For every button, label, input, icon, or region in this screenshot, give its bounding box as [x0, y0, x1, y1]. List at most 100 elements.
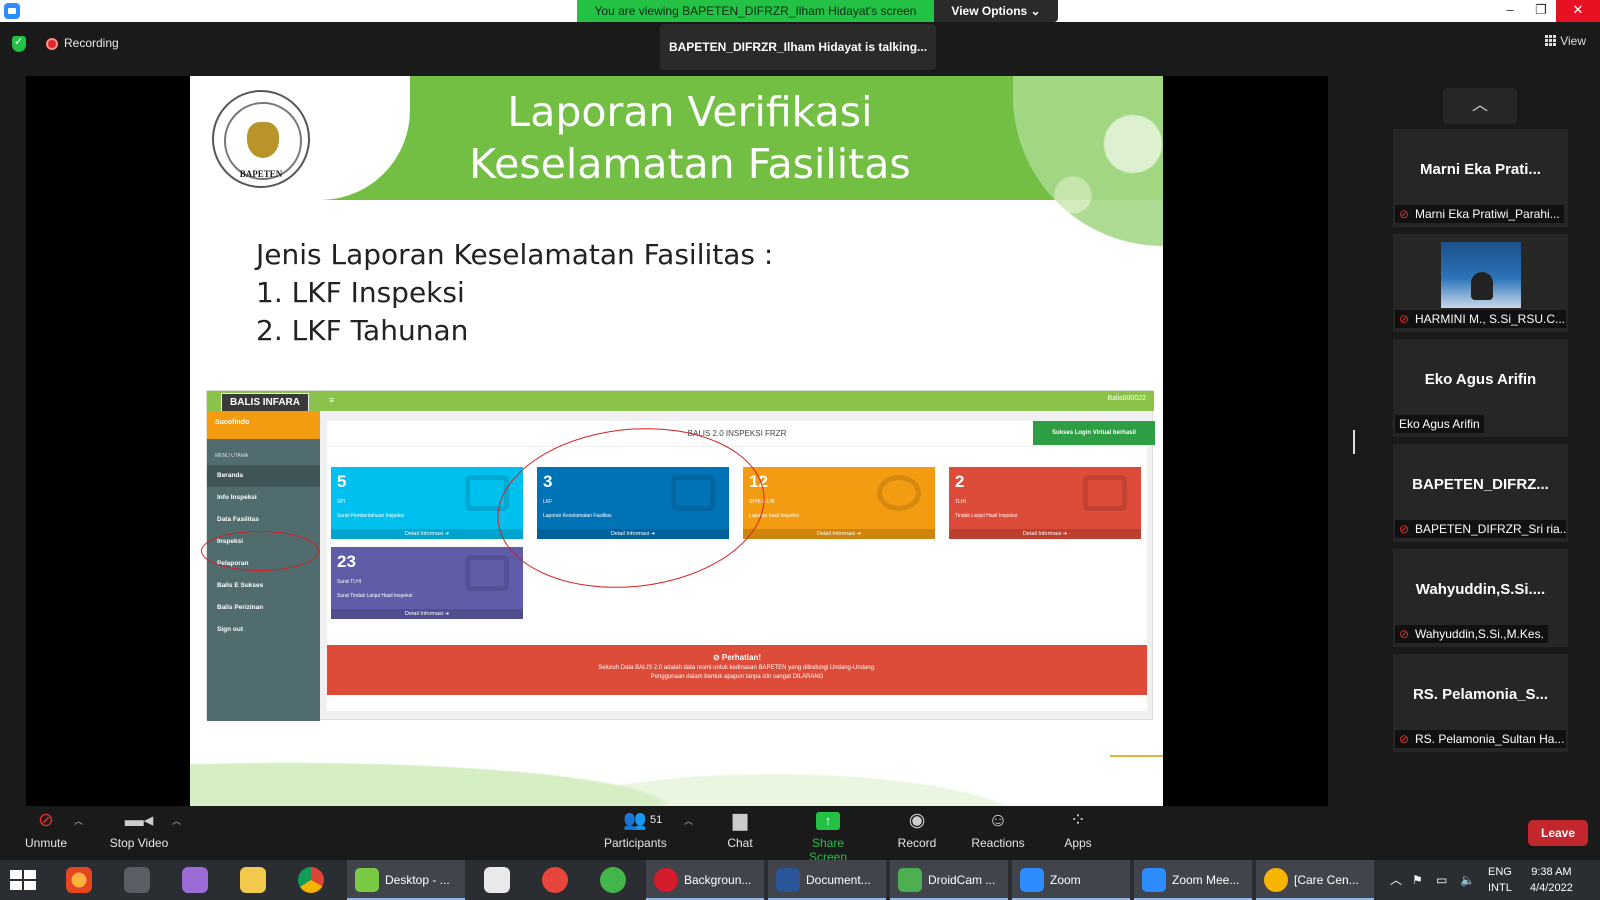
stat-card: 23 Surat TLHI Surat Tindak Lanjut Hasil …: [331, 547, 523, 619]
lang-line: INTL: [1488, 882, 1512, 894]
participant-label: ⊘ BAPETEN_DIFRZR_Sri ria...: [1395, 520, 1566, 538]
task-label: Document...: [806, 873, 871, 887]
logo-text: BAPETEN: [239, 169, 283, 179]
participant-tile[interactable]: Wahyuddin,S.Si.... ⊘ Wahyuddin,S.Si.,M.Ke…: [1393, 549, 1568, 647]
chat-button[interactable]: ▆ Chat: [725, 810, 755, 850]
mic-muted-icon: ⊘: [1399, 312, 1410, 326]
app-success-toast: Sukses Login Virtual berhasil: [1033, 421, 1155, 445]
recording-dot-icon: [46, 38, 58, 50]
app-user-label: Balis000022: [1107, 395, 1146, 402]
fox-app-icon[interactable]: [484, 867, 510, 893]
reactions-button[interactable]: ☺ Reactions: [970, 810, 1026, 850]
restore-button[interactable]: ❐: [1526, 0, 1556, 22]
input-language[interactable]: ENG INTL: [1488, 864, 1512, 896]
stat-card: 12 SPHI & LHI Laporan hasil Inspeksi Det…: [743, 467, 935, 539]
participant-video: [1441, 242, 1521, 308]
droidcam-icon: [898, 868, 922, 892]
card-desc: Surat Pemberitahuan Inspeksi: [337, 513, 404, 519]
taskbar-item-zoom-meeting[interactable]: Zoom Mee...: [1134, 860, 1252, 900]
taskbar-clock[interactable]: 9:38 AM 4/4/2022: [1530, 864, 1573, 896]
participant-tile[interactable]: Eko Agus Arifin Eko Agus Arifin: [1393, 339, 1568, 437]
taskbar-item-care-center[interactable]: [Care Cen...: [1256, 860, 1374, 900]
record-button[interactable]: ◉ Record: [897, 810, 937, 850]
mic-muted-icon: ⊘: [38, 810, 54, 831]
panel-resize-handle[interactable]: [1353, 430, 1355, 454]
leave-button[interactable]: Leave: [1528, 820, 1588, 846]
scroll-up-button[interactable]: ︿: [1443, 88, 1517, 124]
video-options-chevron-icon[interactable]: ︿: [172, 814, 181, 827]
chrome-icon[interactable]: [298, 867, 324, 893]
taskbar-item-zoom[interactable]: Zoom: [1012, 860, 1130, 900]
signpost-icon: [1083, 475, 1127, 511]
app-menu-item: Sign out: [217, 626, 243, 633]
card-number: 23: [337, 552, 356, 571]
briefcase-icon: [465, 555, 509, 591]
notes-app-icon[interactable]: [182, 867, 208, 893]
embedded-app-screenshot: ≡ Balis000022 BALIS INFARA Sucofindo MEN…: [201, 390, 1155, 721]
participant-name: BAPETEN_DIFRZ...: [1412, 476, 1549, 493]
apps-button[interactable]: ⁘ Apps: [1062, 810, 1094, 850]
word-icon: [776, 868, 800, 892]
participant-tile[interactable]: RS. Pelamonia_S... ⊘ RS. Pelamonia_Sultan…: [1393, 654, 1568, 752]
taskbar-item-document[interactable]: Document...: [768, 860, 886, 900]
taskbar-item-droidcam[interactable]: DroidCam ...: [890, 860, 1008, 900]
slide-heading: Jenis Laporan Keselamatan Fasilitas :: [256, 238, 774, 271]
weibo-icon[interactable]: [542, 867, 568, 893]
opera-icon: [654, 868, 678, 892]
green-browser-icon[interactable]: [600, 867, 626, 893]
security-shield-icon[interactable]: [12, 35, 26, 52]
chat-bubble-icon: ▆: [732, 810, 748, 831]
alert-title: ⊘ Perhatian!: [712, 653, 762, 662]
windows-taskbar: Desktop - ... Backgroun... Document... D…: [0, 860, 1600, 900]
audio-options-chevron-icon[interactable]: ︿: [74, 814, 83, 827]
file-explorer-icon[interactable]: [240, 867, 266, 893]
slide-corner-ornament: [1013, 76, 1163, 246]
list-item: 1. LKF Inspeksi: [256, 276, 465, 309]
windows-start-icon[interactable]: [10, 870, 38, 890]
share-screen-button[interactable]: ↑ Share Screen: [792, 810, 864, 864]
task-label: DroidCam ...: [928, 873, 996, 887]
volume-icon[interactable]: 🔈: [1460, 860, 1475, 900]
garuda-emblem-icon: [247, 122, 279, 158]
active-speaker-indicator: BAPETEN_DIFRZR_Ilham Hidayat is talking.…: [660, 24, 936, 70]
recording-label[interactable]: Recording: [64, 36, 119, 50]
firefox-icon[interactable]: [66, 867, 92, 893]
slide-title: Laporan Verifikasi Keselamatan Fasilitas: [469, 88, 911, 188]
task-label: Backgroun...: [684, 873, 752, 887]
participant-label-text: HARMINI M., S.Si_RSU.C...: [1415, 312, 1566, 326]
close-button[interactable]: ✕: [1556, 0, 1600, 22]
stop-video-label: Stop Video: [109, 836, 169, 850]
hamburger-icon: ≡: [329, 395, 335, 405]
mic-muted-icon: ⊘: [1399, 522, 1410, 536]
lifebuoy-icon: [877, 475, 921, 511]
taskbar-item-desktop[interactable]: Desktop - ...: [347, 860, 465, 900]
app-top-bar: ≡ Balis000022: [207, 391, 1154, 411]
card-desc: Tindak Lanjut Hasil Inspeksi: [955, 513, 1018, 519]
view-layout-button[interactable]: View: [1545, 34, 1586, 48]
view-options-button[interactable]: View Options ⌄: [934, 0, 1058, 22]
network-icon[interactable]: ▭: [1436, 860, 1447, 900]
participants-label: Participants: [604, 836, 667, 850]
unmute-button[interactable]: ⊘ Unmute: [24, 810, 68, 850]
participant-name: RS. Pelamonia_S...: [1412, 686, 1549, 703]
taskbar-item-background[interactable]: Backgroun...: [646, 860, 764, 900]
tray-overflow-icon[interactable]: ︿: [1390, 860, 1402, 900]
highlight-ellipse: [201, 531, 319, 571]
reactions-label: Reactions: [971, 836, 1025, 850]
flag-icon[interactable]: ⚑: [1412, 860, 1423, 900]
meeting-toolbar: ⊘ Unmute ︿ ▬◂ Stop Video ︿ 👥 Participant…: [0, 806, 1600, 864]
card-desc: Surat Tindak Lanjut Hasil Inspeksi: [337, 593, 413, 599]
app-menu-item: Info Inspeksi: [217, 494, 257, 501]
minimize-button[interactable]: –: [1495, 0, 1525, 22]
snipping-tool-icon[interactable]: [124, 867, 150, 893]
viewing-screen-banner: You are viewing BAPETEN_DIFRZR_Ilham Hid…: [577, 0, 934, 22]
stop-video-button[interactable]: ▬◂ Stop Video: [108, 810, 170, 850]
participant-tile[interactable]: Marni Eka Prati... ⊘ Marni Eka Pratiwi_Pa…: [1393, 129, 1568, 227]
app-menu-item: Data Fasilitas: [217, 516, 259, 523]
participant-label: ⊘ HARMINI M., S.Si_RSU.C...: [1395, 310, 1566, 328]
participant-tile[interactable]: BAPETEN_DIFRZ... ⊘ BAPETEN_DIFRZR_Sri ria…: [1393, 444, 1568, 542]
participant-label: ⊘ Wahyuddin,S.Si.,M.Kes.: [1395, 625, 1548, 643]
participants-chevron-icon[interactable]: ︿: [684, 814, 693, 827]
card-abbr: TLHI: [955, 499, 966, 505]
participant-tile[interactable]: ⊘ HARMINI M., S.Si_RSU.C...: [1393, 234, 1568, 332]
